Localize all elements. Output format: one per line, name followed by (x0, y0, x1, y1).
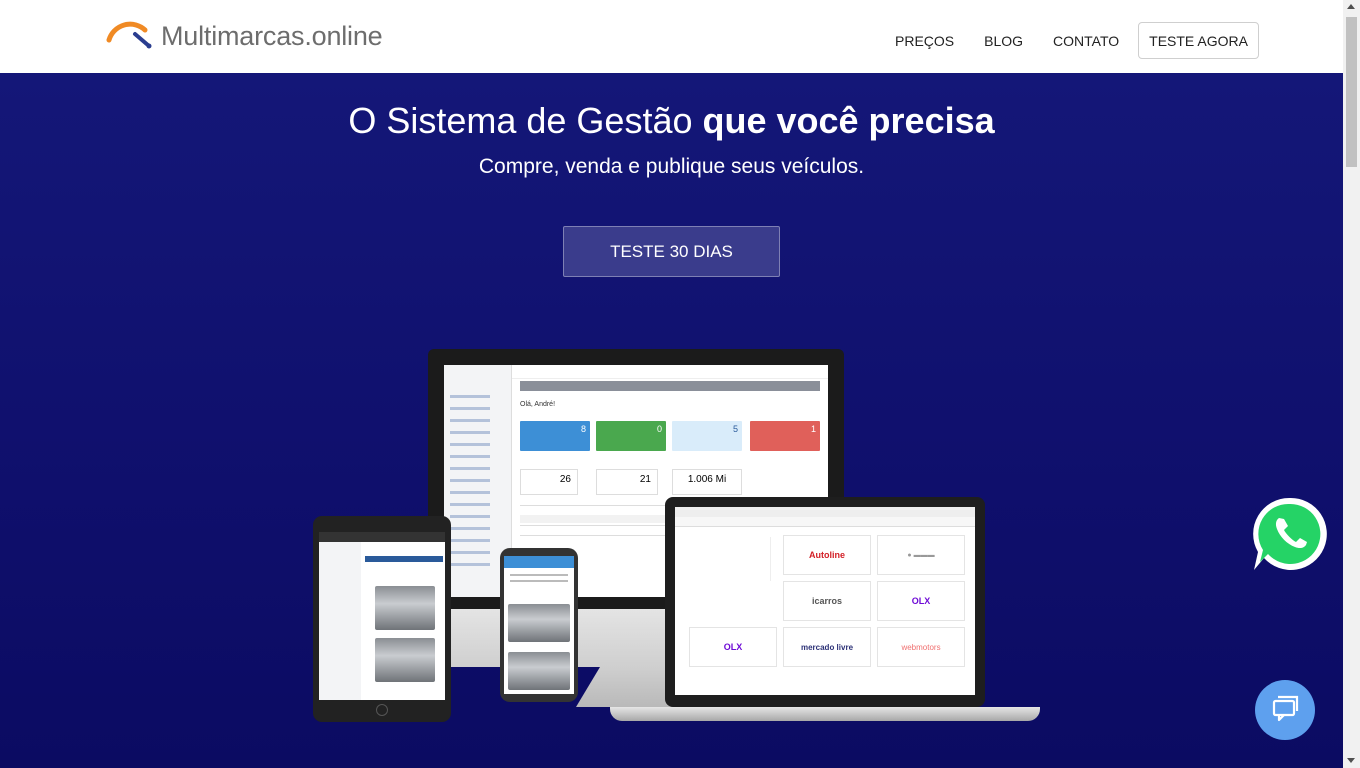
integration-mercado-livre: mercado livre (783, 627, 871, 667)
integration-olx-2: OLX (689, 627, 777, 667)
laptop-mockup: Autoline ● ▬▬▬ icarros OLX OLX mercado l… (665, 497, 985, 707)
hero-title-regular: O Sistema de Gestão (348, 100, 703, 141)
hero-subtitle: Compre, venda e publique seus veículos. (478, 155, 865, 178)
hero-title-bold: que você precisa (702, 100, 995, 141)
integration-webmotors: webmotors (877, 627, 965, 667)
dashboard-greeting: Olá, André! (520, 401, 556, 408)
phone-mockup (500, 548, 578, 702)
nav-link-contato[interactable]: CONTATO (1038, 33, 1134, 49)
tablet-mockup (313, 516, 451, 722)
scroll-up-arrow-icon[interactable] (1347, 4, 1355, 9)
laptop-base (610, 707, 1040, 721)
stat-revenue: 1.006 Mi (672, 469, 742, 495)
nav-link-precos[interactable]: PREÇOS (880, 33, 969, 49)
phone-screen (504, 556, 574, 694)
stat-cars: 26 (520, 469, 578, 495)
try-now-button[interactable]: TESTE AGORA (1138, 22, 1259, 59)
integration-autoline: Autoline (783, 535, 871, 575)
site-header: Multimarcas.online PREÇOS BLOG CONTATO T… (0, 0, 1343, 73)
dashboard-breadcrumb (520, 381, 820, 391)
integration-icarros: icarros (783, 581, 871, 621)
car-photo (508, 604, 570, 642)
trial-30-days-button[interactable]: TESTE 30 DIAS (563, 226, 780, 277)
tile-messages: 8 (520, 421, 590, 451)
tile-grid: 0 (596, 421, 666, 451)
nav-link-blog[interactable]: BLOG (969, 33, 1038, 49)
stat-photos: 21 (596, 469, 658, 495)
car-photo (375, 586, 435, 630)
tile-contact: 1 (750, 421, 820, 451)
tablet-home-button (376, 704, 388, 716)
devices-illustration: Olá, André! 8 0 5 1 26 21 1.006 Mi Autol… (300, 349, 1060, 739)
integration-olx-1: OLX (877, 581, 965, 621)
whatsapp-button[interactable] (1250, 494, 1330, 574)
speedometer-logo-icon (106, 21, 152, 49)
scrollbar-thumb[interactable] (1346, 17, 1357, 167)
integration-usados: ● ▬▬▬ (877, 535, 965, 575)
hero-title: O Sistema de Gestão que você precisa (0, 100, 1343, 142)
logo-text: Multimarcas.online (161, 20, 383, 51)
car-photo (508, 652, 570, 690)
hero-section: O Sistema de Gestão que você precisa Com… (0, 73, 1343, 768)
dashboard-topbar (512, 365, 828, 379)
main-nav: PREÇOS BLOG CONTATO TESTE AGORA (880, 22, 1259, 59)
car-photo (375, 638, 435, 682)
chat-bubble-icon (1272, 695, 1299, 722)
chat-button[interactable] (1255, 680, 1315, 740)
whatsapp-icon (1253, 497, 1327, 570)
scroll-down-arrow-icon[interactable] (1347, 758, 1355, 763)
tablet-screen (319, 532, 445, 700)
tile-dollar: 5 (672, 421, 742, 451)
logo[interactable]: Multimarcas.online (105, 20, 383, 52)
laptop-screen: Autoline ● ▬▬▬ icarros OLX OLX mercado l… (675, 507, 975, 695)
